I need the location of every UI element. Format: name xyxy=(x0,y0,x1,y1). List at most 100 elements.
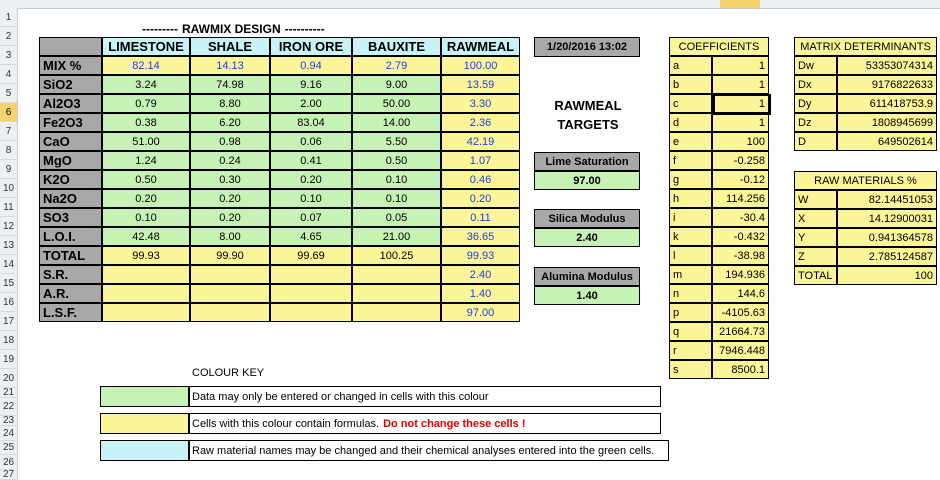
determinant-value[interactable]: 53353074314 xyxy=(837,56,937,75)
coef-value[interactable]: -0.432 xyxy=(712,227,769,246)
row-header-15[interactable]: 15 xyxy=(0,274,18,293)
row-header-13[interactable]: 13 xyxy=(0,236,18,255)
raw-material-value[interactable]: 100 xyxy=(837,266,937,285)
analysis-input-cell[interactable]: 0.38 xyxy=(102,113,190,132)
row-header-24[interactable]: 24 xyxy=(0,426,18,441)
column-header-bar[interactable] xyxy=(0,0,940,9)
analysis-input-cell[interactable]: 0.98 xyxy=(190,132,270,151)
row-header-23[interactable]: 23 xyxy=(0,416,18,426)
analysis-input-cell[interactable]: 0.79 xyxy=(102,94,190,113)
analysis-input-cell[interactable]: 0.20 xyxy=(190,189,270,208)
header-bauxite[interactable]: BAUXITE xyxy=(352,37,441,56)
datetime-cell[interactable]: 1/20/2016 13:02 xyxy=(534,37,640,57)
coef-value[interactable]: -38.98 xyxy=(712,246,769,265)
determinant-value[interactable]: 611418753.9 xyxy=(837,94,937,113)
analysis-input-cell[interactable]: 4.65 xyxy=(270,227,352,246)
analysis-input-cell[interactable]: 0.10 xyxy=(352,170,441,189)
analysis-input-cell[interactable]: 0.20 xyxy=(190,208,270,227)
coef-value[interactable]: -30.4 xyxy=(712,208,769,227)
row-header-18[interactable]: 18 xyxy=(0,331,18,350)
silica-modulus-input[interactable]: 2.40 xyxy=(534,228,640,247)
analysis-input-cell[interactable]: 3.24 xyxy=(102,75,190,94)
analysis-input-cell[interactable]: 21.00 xyxy=(352,227,441,246)
row-header-5[interactable]: 5 xyxy=(0,84,18,103)
coef-value[interactable]: -4105.63 xyxy=(712,303,769,322)
analysis-input-cell[interactable]: 0.06 xyxy=(270,132,352,151)
coef-value[interactable]: 194.936 xyxy=(712,265,769,284)
analysis-input-cell[interactable]: 0.07 xyxy=(270,208,352,227)
coef-value[interactable]: 1 xyxy=(712,94,769,113)
analysis-input-cell[interactable]: 0.50 xyxy=(352,151,441,170)
raw-material-value[interactable]: 82.14451053 xyxy=(837,190,937,209)
row-header-1[interactable]: 1 xyxy=(0,8,18,27)
row-header-20[interactable]: 20 xyxy=(0,369,18,388)
analysis-input-cell[interactable]: 0.10 xyxy=(352,189,441,208)
determinant-value[interactable]: 1808945699 xyxy=(837,113,937,132)
coef-value[interactable]: 7946.448 xyxy=(712,341,769,360)
analysis-input-cell[interactable]: 50.00 xyxy=(352,94,441,113)
analysis-input-cell[interactable]: 9.00 xyxy=(352,75,441,94)
coef-value[interactable]: 1 xyxy=(712,75,769,94)
analysis-input-cell[interactable]: 2.00 xyxy=(270,94,352,113)
row-header-6[interactable]: 6 xyxy=(0,103,18,122)
header-limestone[interactable]: LIMESTONE xyxy=(102,37,190,56)
analysis-input-cell[interactable]: 0.05 xyxy=(352,208,441,227)
row-header-22[interactable]: 22 xyxy=(0,398,18,416)
analysis-input-cell[interactable]: 0.50 xyxy=(102,170,190,189)
row-header-2[interactable]: 2 xyxy=(0,27,18,46)
header-shale[interactable]: SHALE xyxy=(190,37,270,56)
determinant-value[interactable]: 9176822633 xyxy=(837,75,937,94)
row-header-16[interactable]: 16 xyxy=(0,293,18,312)
alumina-modulus-input[interactable]: 1.40 xyxy=(534,286,640,305)
coef-value[interactable]: 144.6 xyxy=(712,284,769,303)
row-header-9[interactable]: 9 xyxy=(0,160,18,179)
row-header-4[interactable]: 4 xyxy=(0,65,18,84)
row-header-11[interactable]: 11 xyxy=(0,198,18,217)
raw-material-value[interactable]: 0.941364578 xyxy=(837,228,937,247)
analysis-input-cell[interactable]: 42.48 xyxy=(102,227,190,246)
coef-value[interactable]: 21664.73 xyxy=(712,322,769,341)
raw-material-value[interactable]: 14.12900031 xyxy=(837,209,937,228)
analysis-input-cell[interactable]: 83.04 xyxy=(270,113,352,132)
analysis-input-cell[interactable]: 51.00 xyxy=(102,132,190,151)
coef-value[interactable]: 100 xyxy=(712,132,769,151)
raw-material-value[interactable]: 2.785124587 xyxy=(837,247,937,266)
analysis-input-cell[interactable]: 0.41 xyxy=(270,151,352,170)
header-rawmeal[interactable]: RAWMEAL xyxy=(441,37,520,56)
coef-value[interactable]: 1 xyxy=(712,56,769,75)
analysis-input-cell[interactable]: 0.30 xyxy=(190,170,270,189)
analysis-input-cell[interactable]: 0.10 xyxy=(102,208,190,227)
row-header-26[interactable]: 26 xyxy=(0,455,18,470)
row-header-3[interactable]: 3 xyxy=(0,46,18,65)
row-header-25[interactable]: 25 xyxy=(0,441,18,455)
analysis-input-cell[interactable]: 0.24 xyxy=(190,151,270,170)
row-header-14[interactable]: 14 xyxy=(0,255,18,274)
row-header-8[interactable]: 8 xyxy=(0,141,18,160)
row-header-19[interactable]: 19 xyxy=(0,350,18,369)
coef-value[interactable]: 8500.1 xyxy=(712,360,769,379)
header-iron-ore[interactable]: IRON ORE xyxy=(270,37,352,56)
determinant-value[interactable]: 649502614 xyxy=(837,132,937,151)
analysis-input-cell[interactable]: 8.80 xyxy=(190,94,270,113)
analysis-input-cell[interactable]: 8.00 xyxy=(190,227,270,246)
coef-value[interactable]: -0.258 xyxy=(712,151,769,170)
row-header-7[interactable]: 7 xyxy=(0,122,18,141)
analysis-input-cell[interactable]: 0.20 xyxy=(102,189,190,208)
row-header-10[interactable]: 10 xyxy=(0,179,18,198)
row-header-21[interactable]: 21 xyxy=(0,388,18,398)
analysis-input-cell[interactable]: 9.16 xyxy=(270,75,352,94)
analysis-input-cell[interactable]: 14.00 xyxy=(352,113,441,132)
coef-value[interactable]: 1 xyxy=(712,113,769,132)
analysis-input-cell[interactable]: 5.50 xyxy=(352,132,441,151)
analysis-input-cell[interactable]: 1.24 xyxy=(102,151,190,170)
row-header-12[interactable]: 12 xyxy=(0,217,18,236)
lime-saturation-input[interactable]: 97.00 xyxy=(534,171,640,190)
analysis-input-cell[interactable]: 0.10 xyxy=(270,189,352,208)
coef-value[interactable]: -0.12 xyxy=(712,170,769,189)
analysis-input-cell[interactable]: 6.20 xyxy=(190,113,270,132)
coef-value[interactable]: 114.256 xyxy=(712,189,769,208)
selected-column-header[interactable] xyxy=(720,0,760,8)
analysis-input-cell[interactable]: 0.20 xyxy=(270,170,352,189)
analysis-input-cell[interactable]: 74.98 xyxy=(190,75,270,94)
row-header-17[interactable]: 17 xyxy=(0,312,18,331)
